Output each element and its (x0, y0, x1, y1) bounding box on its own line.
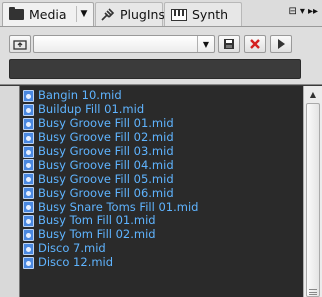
midi-file-icon (23, 187, 34, 200)
file-name: Busy Tom Fill 01.mid (38, 213, 156, 228)
midi-file-icon (23, 131, 34, 144)
tab-bar: Media ▼ PlugIns Synth ⊟ ▾ ▸▸ (0, 0, 322, 27)
tab-synth-label: Synth (192, 7, 229, 22)
file-name: Disco 7.mid (38, 241, 106, 256)
file-name: Busy Groove Fill 01.mid (38, 116, 174, 131)
tab-plugins-label: PlugIns (120, 7, 165, 22)
list-item[interactable]: Busy Groove Fill 04.mid (20, 158, 303, 172)
file-name: Bangin 10.mid (38, 88, 122, 103)
tab-dropdown-button[interactable]: ▼ (76, 6, 91, 22)
save-button[interactable] (218, 35, 240, 53)
file-name: Busy Groove Fill 02.mid (38, 130, 174, 145)
list-item[interactable]: Busy Tom Fill 02.mid (20, 228, 303, 242)
tab-plugins[interactable]: PlugIns (95, 2, 165, 26)
path-field[interactable] (9, 59, 301, 79)
midi-file-icon (23, 173, 34, 186)
midi-file-icon (23, 228, 34, 241)
vertical-scrollbar[interactable]: ▲ (303, 86, 322, 297)
tab-media[interactable]: Media ▼ (2, 2, 94, 26)
list-item[interactable]: Busy Groove Fill 05.mid (20, 172, 303, 186)
tab-media-label: Media (29, 7, 67, 22)
tab-synth[interactable]: Synth (164, 2, 242, 26)
list-item[interactable]: Busy Groove Fill 01.mid (20, 117, 303, 131)
file-name: Busy Snare Toms Fill 01.mid (38, 199, 199, 214)
list-item[interactable]: Busy Groove Fill 06.mid (20, 186, 303, 200)
scroll-tabs-icon[interactable]: ▸▸ (308, 6, 318, 17)
file-name: Busy Groove Fill 04.mid (38, 157, 174, 172)
file-list[interactable]: Bangin 10.mid Buildup Fill 01.mid Busy Gro… (19, 86, 303, 297)
list-item[interactable]: Busy Groove Fill 03.mid (20, 145, 303, 159)
midi-file-icon (23, 89, 34, 102)
midi-file-icon (23, 214, 34, 227)
list-item[interactable]: Disco 7.mid (20, 242, 303, 256)
midi-file-icon (23, 201, 34, 214)
panel-options[interactable]: ⊟ ▾ ▸▸ (289, 6, 318, 17)
midi-file-icon (23, 145, 34, 158)
close-icon (250, 39, 260, 49)
list-item[interactable]: Busy Groove Fill 02.mid (20, 131, 303, 145)
list-item[interactable]: Bangin 10.mid (20, 89, 303, 103)
up-folder-icon (13, 40, 27, 50)
file-name: Busy Groove Fill 03.mid (38, 144, 174, 158)
dock-icon[interactable]: ⊟ (289, 6, 297, 17)
file-name: Busy Tom Fill 02.mid (38, 227, 156, 242)
location-dropdown[interactable]: ▼ (33, 35, 215, 53)
file-name: Busy Groove Fill 06.mid (38, 185, 174, 200)
plugin-icon (100, 7, 115, 22)
delete-button[interactable] (244, 35, 266, 53)
play-button[interactable] (270, 35, 292, 53)
synth-icon (171, 8, 187, 21)
midi-file-icon (23, 117, 34, 130)
file-browser: Bangin 10.mid Buildup Fill 01.mid Busy Gro… (0, 86, 322, 297)
midi-file-icon (23, 256, 34, 269)
scroll-up-icon[interactable]: ▲ (304, 86, 322, 102)
menu-arrow-icon[interactable]: ▾ (300, 6, 305, 17)
browser-toolbar: ▼ (0, 27, 322, 85)
midi-file-icon (23, 103, 34, 116)
chevron-down-icon[interactable]: ▼ (197, 36, 214, 52)
file-name: Busy Groove Fill 05.mid (38, 171, 174, 186)
scrollbar-thumb[interactable] (306, 103, 320, 297)
grip-icon (309, 289, 317, 295)
play-icon (278, 39, 285, 49)
list-item[interactable]: Busy Snare Toms Fill 01.mid (20, 200, 303, 214)
list-item[interactable]: Buildup Fill 01.mid (20, 103, 303, 117)
save-icon (224, 39, 234, 49)
midi-file-icon (23, 159, 34, 172)
list-item[interactable]: Busy Tom Fill 01.mid (20, 214, 303, 228)
list-item[interactable]: Disco 12.mid (20, 256, 303, 270)
file-name: Disco 12.mid (38, 255, 114, 270)
midi-file-icon (23, 242, 34, 255)
file-name: Buildup Fill 01.mid (38, 102, 145, 117)
folder-icon (9, 7, 24, 20)
up-folder-button[interactable] (9, 35, 31, 53)
